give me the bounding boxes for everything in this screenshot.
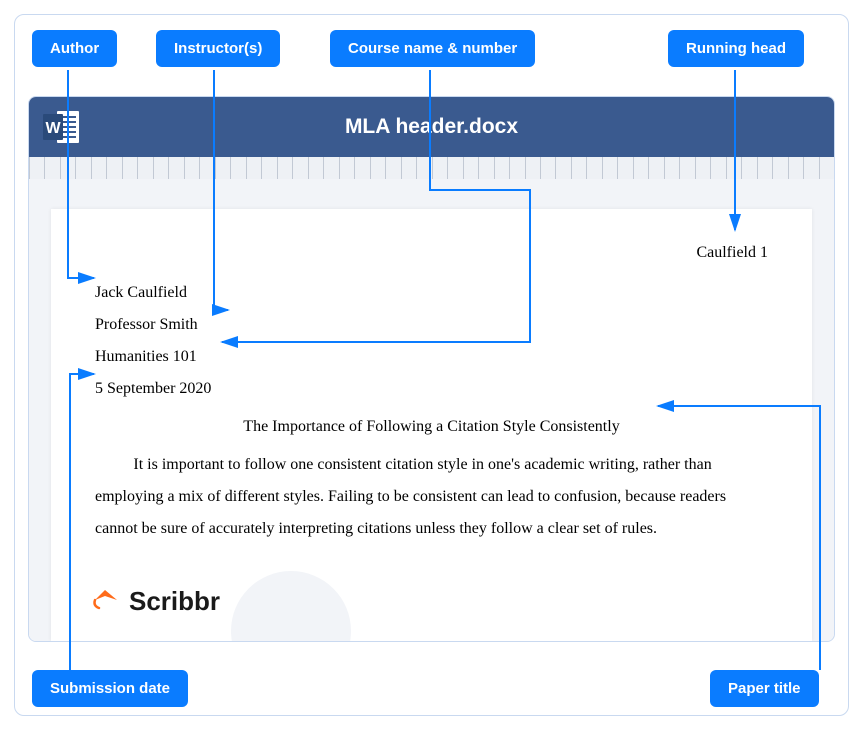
titlebar: W MLA header.docx [29,97,834,157]
running-head: Caulfield 1 [95,237,768,269]
body-paragraph: It is important to follow one consistent… [95,449,768,545]
document-window: W MLA header.docx Caulfield 1 Jack Caulf… [28,96,835,642]
scribbr-name: Scribbr [129,575,220,627]
ruler [29,157,834,179]
author-line: Jack Caulfield [95,277,768,309]
scribbr-icon [91,586,121,616]
scribbr-logo: Scribbr [51,565,238,641]
course-line: Humanities 101 [95,341,768,373]
date-line: 5 September 2020 [95,373,768,405]
tag-author: Author [32,30,117,67]
tag-course: Course name & number [330,30,535,67]
page: Caulfield 1 Jack Caulfield Professor Smi… [51,209,812,641]
page-area: Caulfield 1 Jack Caulfield Professor Smi… [29,179,834,641]
tag-submission-date: Submission date [32,670,188,707]
filename: MLA header.docx [29,115,834,139]
tag-running-head: Running head [668,30,804,67]
tag-instructor: Instructor(s) [156,30,280,67]
paper-title: The Importance of Following a Citation S… [95,411,768,443]
instructor-line: Professor Smith [95,309,768,341]
tag-paper-title: Paper title [710,670,819,707]
